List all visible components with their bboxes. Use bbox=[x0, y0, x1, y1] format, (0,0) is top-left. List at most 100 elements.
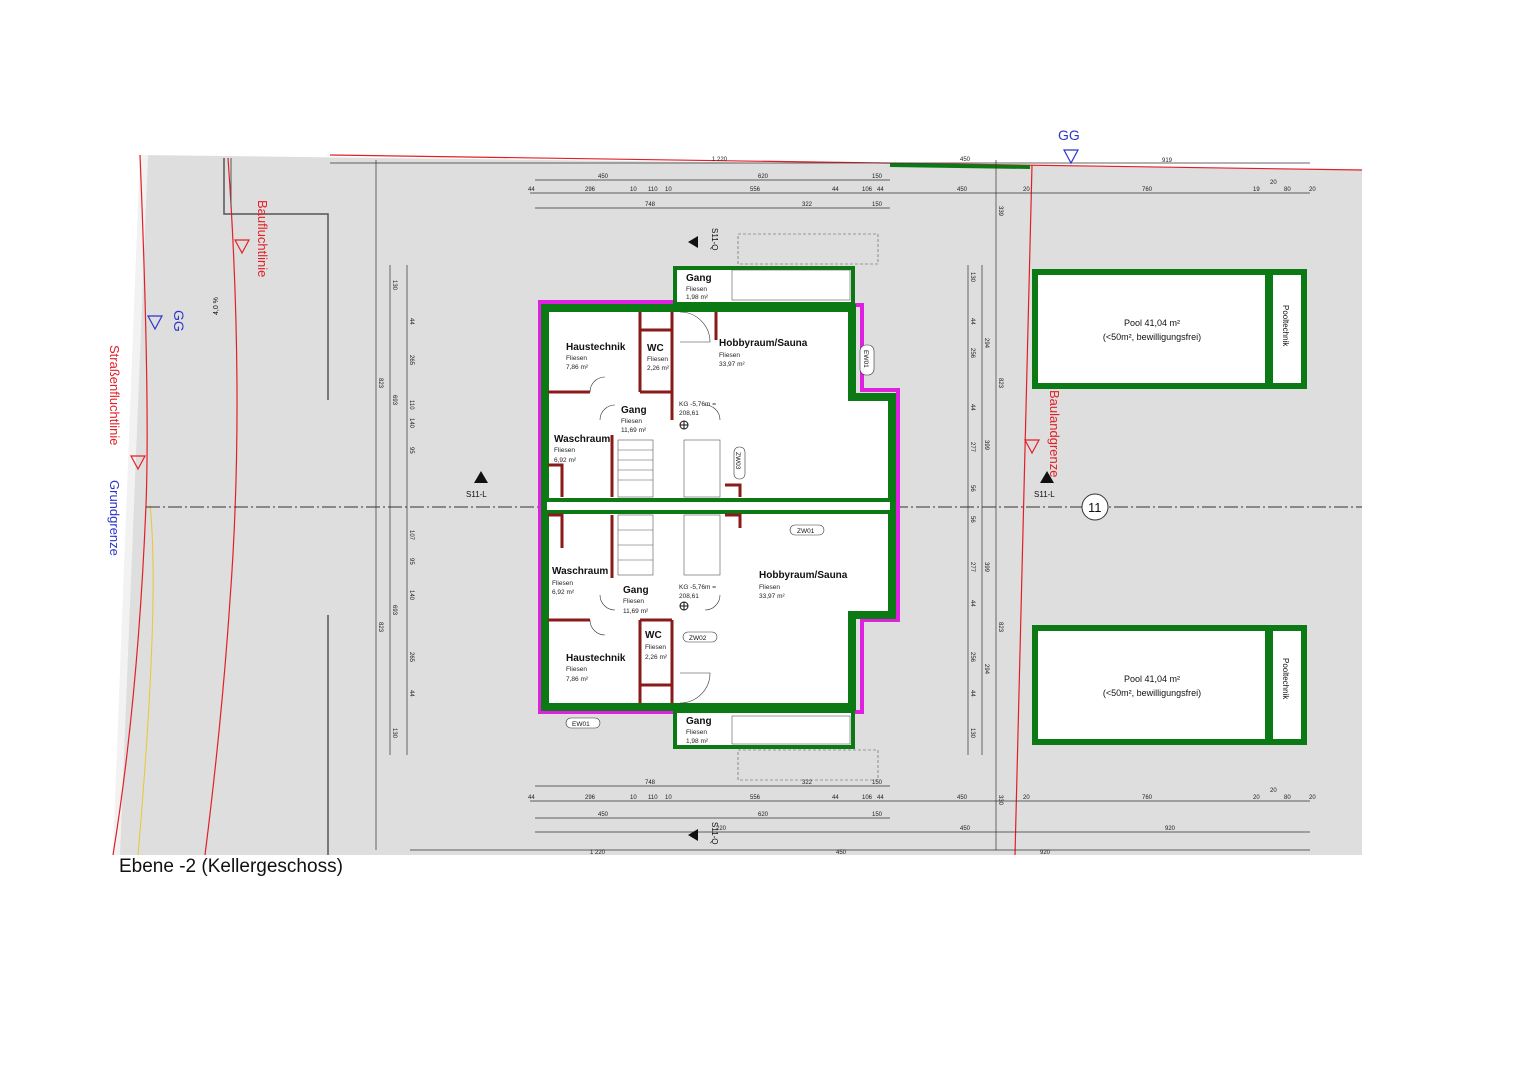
svg-text:450: 450 bbox=[598, 812, 609, 818]
svg-text:748: 748 bbox=[645, 202, 656, 208]
svg-text:20: 20 bbox=[1270, 180, 1277, 186]
svg-text:920: 920 bbox=[1040, 850, 1051, 856]
svg-text:80: 80 bbox=[1284, 795, 1291, 801]
svg-text:450: 450 bbox=[957, 187, 968, 193]
svg-text:140: 140 bbox=[408, 590, 414, 601]
svg-text:EW01: EW01 bbox=[572, 721, 590, 728]
pool-upper-tech: Pooltechnik bbox=[1281, 305, 1290, 347]
svg-text:Gang: Gang bbox=[686, 273, 712, 284]
svg-text:330: 330 bbox=[997, 795, 1003, 806]
svg-text:44: 44 bbox=[877, 187, 884, 193]
svg-text:823: 823 bbox=[997, 622, 1003, 633]
svg-text:33,97 m²: 33,97 m² bbox=[719, 361, 745, 368]
svg-text:11,69 m²: 11,69 m² bbox=[621, 427, 647, 434]
slope-label: 4,0 % bbox=[213, 297, 220, 315]
svg-text:130: 130 bbox=[391, 728, 397, 739]
svg-text:296: 296 bbox=[585, 795, 596, 801]
svg-text:110: 110 bbox=[408, 400, 414, 410]
pool-upper-note: (<50m², bewilligungsfrei) bbox=[1103, 332, 1201, 342]
section-label-right: S11-L bbox=[1034, 490, 1055, 499]
svg-text:339: 339 bbox=[997, 206, 1003, 217]
svg-text:556: 556 bbox=[750, 795, 761, 801]
svg-text:823: 823 bbox=[377, 378, 383, 389]
tag-zw01: ZW01 bbox=[789, 524, 825, 536]
floor-plan-drawing: Baufluchtlinie Straßenfluchtlinie Grundg… bbox=[107, 127, 1363, 856]
svg-text:EW01: EW01 bbox=[862, 350, 869, 368]
svg-text:Fliesen: Fliesen bbox=[566, 355, 587, 362]
svg-text:KG -5,76m =: KG -5,76m = bbox=[679, 401, 716, 408]
axis-number: 11 bbox=[1088, 500, 1102, 515]
svg-text:Haustechnik: Haustechnik bbox=[566, 653, 626, 664]
svg-text:11,69 m²: 11,69 m² bbox=[623, 608, 649, 615]
svg-text:296: 296 bbox=[585, 187, 596, 193]
svg-text:294: 294 bbox=[983, 338, 989, 349]
svg-text:Fliesen: Fliesen bbox=[759, 584, 780, 591]
svg-text:6,92 m²: 6,92 m² bbox=[554, 457, 577, 464]
svg-text:450: 450 bbox=[960, 826, 971, 832]
svg-text:20: 20 bbox=[1023, 187, 1030, 193]
svg-text:556: 556 bbox=[750, 187, 761, 193]
svg-text:7,86 m²: 7,86 m² bbox=[566, 364, 589, 371]
svg-text:140: 140 bbox=[408, 418, 414, 429]
svg-text:44: 44 bbox=[877, 795, 884, 801]
svg-text:620: 620 bbox=[758, 174, 769, 180]
svg-text:150: 150 bbox=[872, 780, 883, 786]
svg-text:WC: WC bbox=[645, 630, 662, 641]
svg-text:208,61: 208,61 bbox=[679, 410, 699, 417]
svg-text:1,98 m²: 1,98 m² bbox=[686, 738, 709, 745]
svg-text:44: 44 bbox=[408, 690, 414, 697]
svg-text:20: 20 bbox=[1309, 187, 1316, 193]
svg-text:760: 760 bbox=[1142, 187, 1153, 193]
svg-text:10: 10 bbox=[630, 187, 637, 193]
svg-text:44: 44 bbox=[969, 600, 975, 607]
pool-upper-title: Pool 41,04 m² bbox=[1124, 318, 1180, 328]
baufluchtlinie-label: Baufluchtlinie bbox=[255, 200, 270, 277]
svg-text:399: 399 bbox=[983, 440, 989, 451]
svg-text:Hobbyraum/Sauna: Hobbyraum/Sauna bbox=[759, 570, 848, 581]
pool-lower-note: (<50m², bewilligungsfrei) bbox=[1103, 688, 1201, 698]
svg-text:56: 56 bbox=[969, 485, 975, 492]
svg-text:760: 760 bbox=[1142, 795, 1153, 801]
svg-text:322: 322 bbox=[802, 780, 813, 786]
svg-text:220: 220 bbox=[716, 826, 727, 832]
svg-text:919: 919 bbox=[1162, 158, 1173, 164]
grundgrenze-label: Grundgrenze bbox=[107, 480, 122, 556]
svg-text:1,98 m²: 1,98 m² bbox=[686, 294, 709, 301]
svg-text:ZW02: ZW02 bbox=[689, 635, 707, 642]
baulandgrenze-label: Baulandgrenze bbox=[1047, 390, 1062, 477]
svg-text:130: 130 bbox=[969, 728, 975, 739]
svg-text:Fliesen: Fliesen bbox=[686, 729, 707, 736]
svg-text:33,97 m²: 33,97 m² bbox=[759, 593, 785, 600]
svg-text:107: 107 bbox=[408, 530, 414, 541]
svg-text:823: 823 bbox=[997, 378, 1003, 389]
svg-text:106: 106 bbox=[862, 187, 873, 193]
pool-upper bbox=[1032, 269, 1307, 389]
svg-text:20: 20 bbox=[1270, 788, 1277, 794]
svg-text:ZW03: ZW03 bbox=[734, 452, 741, 470]
svg-text:322: 322 bbox=[802, 202, 813, 208]
svg-text:7,86 m²: 7,86 m² bbox=[566, 676, 589, 683]
svg-text:WC: WC bbox=[647, 343, 664, 354]
svg-text:20: 20 bbox=[1253, 795, 1260, 801]
pool-lower-title: Pool 41,04 m² bbox=[1124, 674, 1180, 684]
pool-lower bbox=[1032, 625, 1307, 745]
svg-text:150: 150 bbox=[872, 174, 883, 180]
svg-text:Gang: Gang bbox=[621, 405, 647, 416]
svg-text:80: 80 bbox=[1284, 187, 1291, 193]
plan-caption: Ebene -2 (Kellergeschoss) bbox=[119, 856, 343, 877]
svg-text:44: 44 bbox=[408, 318, 414, 325]
svg-text:693: 693 bbox=[391, 395, 397, 406]
section-label-top: S11-Q bbox=[710, 228, 719, 251]
svg-text:ZW01: ZW01 bbox=[797, 528, 815, 535]
svg-text:Fliesen: Fliesen bbox=[719, 352, 740, 359]
svg-text:256: 256 bbox=[969, 652, 975, 663]
svg-text:Fliesen: Fliesen bbox=[566, 666, 587, 673]
svg-text:44: 44 bbox=[969, 318, 975, 325]
svg-text:748: 748 bbox=[645, 780, 656, 786]
strassenfluchtlinie-label: Straßenfluchtlinie bbox=[107, 345, 122, 445]
svg-text:44: 44 bbox=[528, 187, 535, 193]
svg-text:1 220: 1 220 bbox=[590, 850, 606, 856]
svg-text:KG -5,76m =: KG -5,76m = bbox=[679, 584, 716, 591]
svg-text:44: 44 bbox=[832, 187, 839, 193]
svg-text:130: 130 bbox=[391, 280, 397, 291]
